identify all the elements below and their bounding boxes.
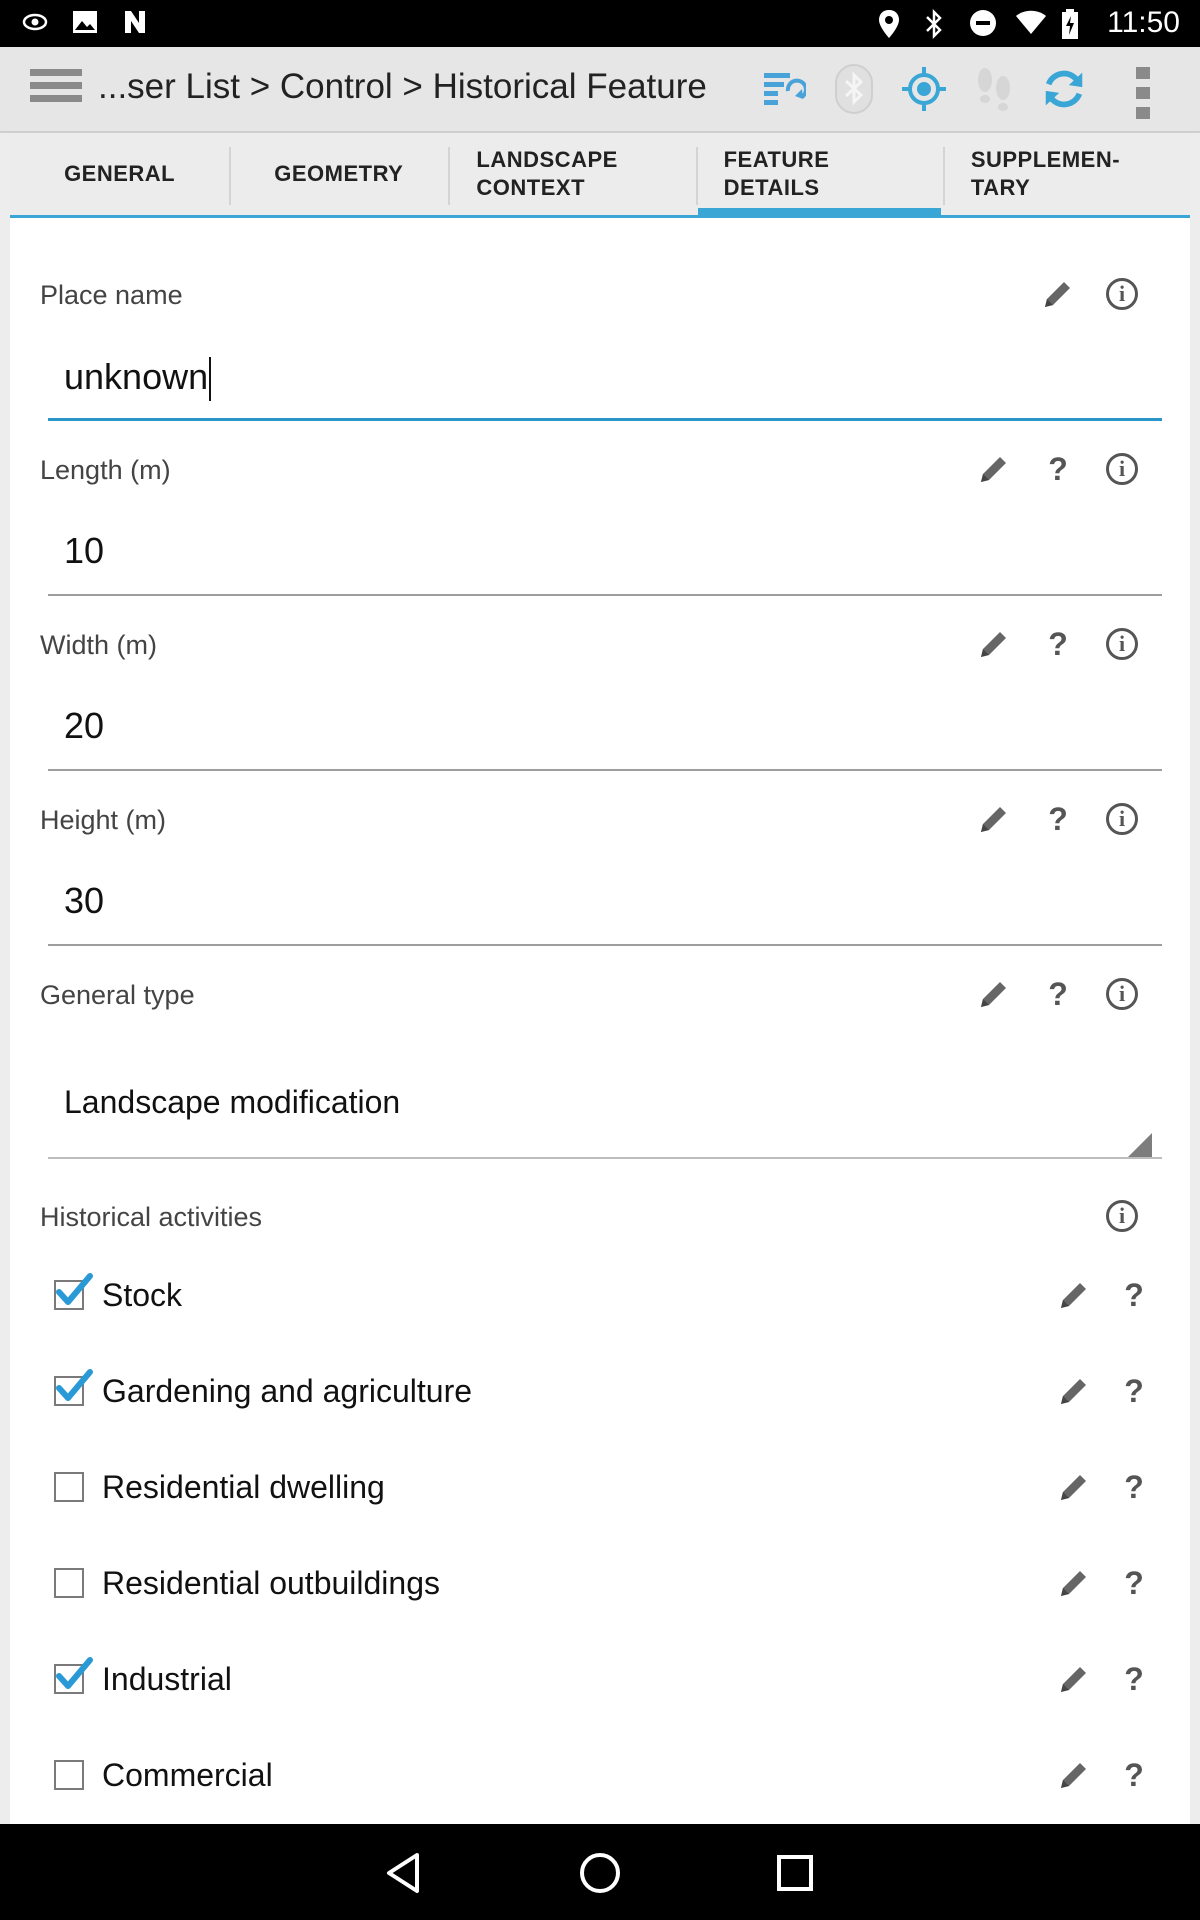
help-icon[interactable]: ? <box>1114 1659 1154 1699</box>
help-icon[interactable]: ? <box>1114 1275 1154 1315</box>
place-name-input[interactable]: unknown <box>48 356 1162 421</box>
page-title: ...ser List > Control > Historical Featu… <box>98 67 707 106</box>
activity-checkbox-row[interactable]: Residential dwelling? <box>54 1457 1154 1517</box>
help-icon[interactable]: ? <box>1038 624 1078 664</box>
info-icon[interactable]: i <box>1102 974 1142 1014</box>
home-icon[interactable] <box>575 1848 625 1898</box>
checkbox-checked[interactable] <box>54 1273 93 1310</box>
info-icon[interactable]: i <box>1102 449 1142 489</box>
info-icon[interactable]: i <box>1102 1196 1142 1236</box>
historical-activities-label: Historical activities <box>40 1202 263 1232</box>
status-bar: 11:50 <box>0 0 1200 47</box>
pencil-icon[interactable] <box>974 449 1014 489</box>
pencil-icon[interactable] <box>1054 1371 1094 1411</box>
eye-icon <box>22 9 50 37</box>
checkbox-checked[interactable] <box>54 1657 93 1694</box>
activity-checkbox-row[interactable]: Gardening and agriculture? <box>54 1361 1154 1421</box>
gps-target-icon[interactable] <box>900 63 948 115</box>
info-icon[interactable]: i <box>1102 274 1142 314</box>
back-icon[interactable] <box>378 1848 428 1898</box>
help-icon[interactable]: ? <box>1114 1563 1154 1603</box>
height-label: Height (m) <box>40 805 167 835</box>
pencil-icon[interactable] <box>1054 1659 1094 1699</box>
pencil-icon[interactable] <box>1054 1467 1094 1507</box>
battery-charging-icon <box>1061 9 1089 39</box>
info-icon[interactable]: i <box>1102 624 1142 664</box>
help-icon[interactable]: ? <box>1114 1467 1154 1507</box>
activity-checkbox-row[interactable]: Industrial? <box>54 1649 1154 1709</box>
help-icon[interactable]: ? <box>1114 1755 1154 1795</box>
overflow-menu-icon[interactable] <box>1136 67 1152 119</box>
bluetooth-icon <box>923 8 951 40</box>
activity-checkbox-row[interactable]: Stock? <box>54 1265 1154 1325</box>
bluetooth-disabled-icon[interactable] <box>830 63 878 115</box>
help-icon[interactable]: ? <box>1114 1371 1154 1411</box>
tab-general[interactable]: GENERAL <box>10 133 229 215</box>
info-icon[interactable]: i <box>1102 799 1142 839</box>
pencil-icon[interactable] <box>974 624 1014 664</box>
checkbox-unchecked[interactable] <box>54 1472 84 1502</box>
help-icon[interactable]: ? <box>1038 449 1078 489</box>
checkbox-checked[interactable] <box>54 1369 93 1406</box>
n-logo-icon <box>122 9 150 37</box>
tab-supplementary[interactable]: SUPPLEMEN-TARY <box>942 133 1190 215</box>
pencil-icon[interactable] <box>1054 1755 1094 1795</box>
activity-label: Industrial <box>102 1660 232 1697</box>
checkbox-unchecked[interactable] <box>54 1760 84 1790</box>
action-bar: ...ser List > Control > Historical Featu… <box>0 47 1200 133</box>
pencil-icon[interactable] <box>974 974 1014 1014</box>
activity-label: Stock <box>102 1276 183 1313</box>
pencil-icon[interactable] <box>1054 1563 1094 1603</box>
activity-label: Commercial <box>102 1756 273 1793</box>
clock: 11:50 <box>1107 6 1180 39</box>
place-name-label: Place name <box>40 280 183 310</box>
sync-list-icon[interactable] <box>760 63 808 115</box>
image-icon <box>72 9 100 37</box>
width-label: Width (m) <box>40 630 157 660</box>
refresh-icon[interactable] <box>1040 63 1088 115</box>
location-pin-icon <box>877 9 905 38</box>
wifi-icon <box>1015 9 1047 37</box>
dropdown-arrow-icon <box>1128 1133 1152 1157</box>
activity-label: Residential dwelling <box>102 1468 385 1505</box>
tab-feature-details[interactable]: FEATURE DETAILS <box>695 133 943 218</box>
length-input[interactable]: 10 <box>48 530 1162 596</box>
length-label: Length (m) <box>40 455 171 485</box>
general-type-label: General type <box>40 980 195 1010</box>
help-icon[interactable]: ? <box>1038 799 1078 839</box>
footsteps-icon[interactable] <box>970 63 1018 115</box>
help-icon[interactable]: ? <box>1038 974 1078 1014</box>
do-not-disturb-icon <box>969 9 997 37</box>
activity-checkbox-row[interactable]: Residential outbuildings? <box>54 1553 1154 1613</box>
tab-bar: GENERAL GEOMETRY LANDSCAPE CONTEXT FEATU… <box>10 133 1190 218</box>
navigation-bar <box>0 1824 1200 1920</box>
recents-icon[interactable] <box>770 1848 820 1898</box>
checkbox-unchecked[interactable] <box>54 1568 84 1598</box>
pencil-icon[interactable] <box>1054 1275 1094 1315</box>
width-input[interactable]: 20 <box>48 705 1162 771</box>
pencil-icon[interactable] <box>1038 274 1078 314</box>
tab-geometry[interactable]: GEOMETRY <box>229 133 448 215</box>
activity-checkbox-row[interactable]: Commercial? <box>54 1745 1154 1805</box>
tab-landscape-context[interactable]: LANDSCAPE CONTEXT <box>448 133 695 215</box>
height-input[interactable]: 30 <box>48 880 1162 946</box>
activity-label: Residential outbuildings <box>102 1564 440 1601</box>
menu-icon[interactable] <box>30 69 82 109</box>
pencil-icon[interactable] <box>974 799 1014 839</box>
activity-label: Gardening and agriculture <box>102 1372 473 1409</box>
feature-details-form: Place name i unknown Length (m) ? i 10 W… <box>10 218 1190 1824</box>
